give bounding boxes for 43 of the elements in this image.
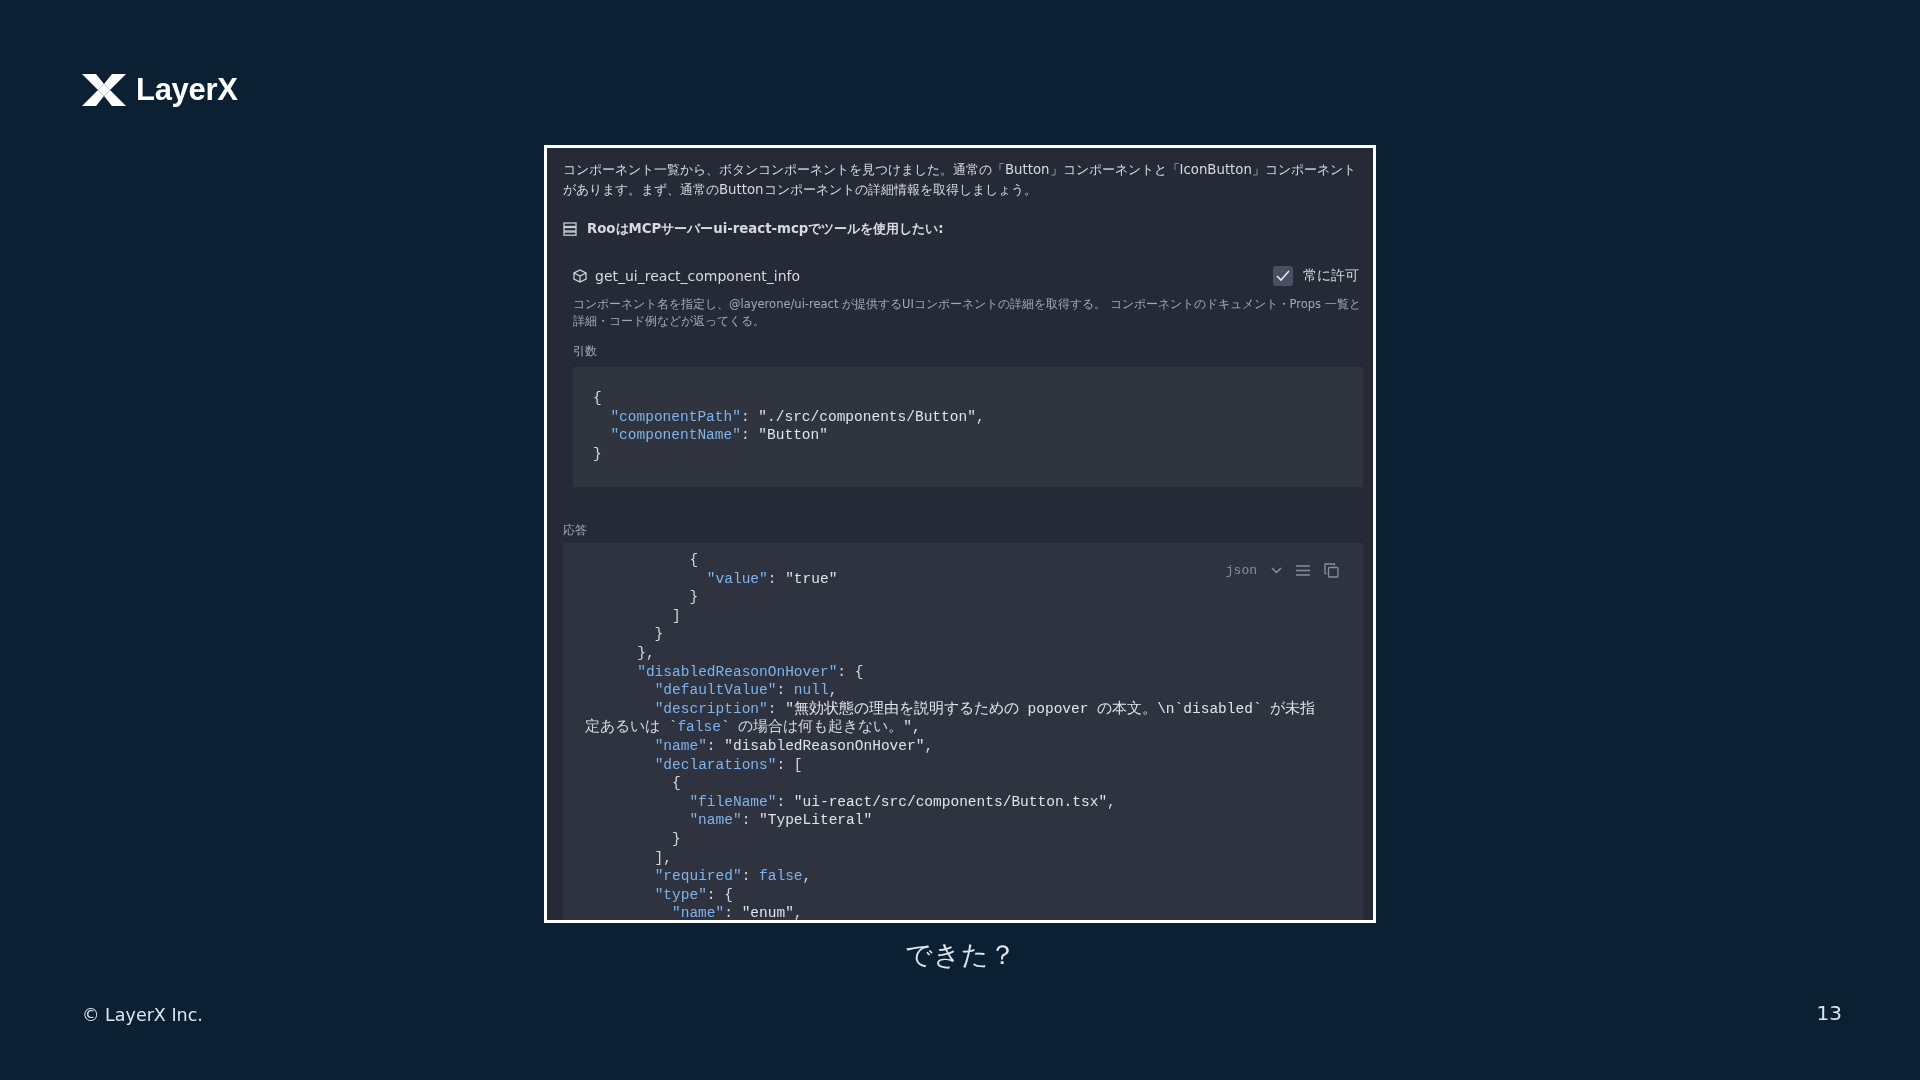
code-line: "defaultValue": null, xyxy=(653,681,838,700)
always-allow-checkbox[interactable]: 常に許可 xyxy=(1273,266,1359,286)
code-line: "declarations": [ xyxy=(653,755,803,775)
wrap-lines-icon[interactable] xyxy=(1296,565,1310,576)
code-line: } xyxy=(688,588,699,607)
code-line: { xyxy=(671,774,681,793)
chevron-down-icon[interactable] xyxy=(1271,567,1282,574)
code-line: "name": "disabledReasonOnHover", xyxy=(653,736,934,756)
code-line: "description": "無効状態の理由を説明するための popover の本文。\n`disabled` が未指 xyxy=(653,699,1316,719)
logo: LayerX xyxy=(82,70,1840,110)
code-line: } xyxy=(653,625,664,644)
code-line: "fileName": "ui-react/src/components/Button.tsx", xyxy=(688,792,1116,812)
check-icon xyxy=(1276,270,1290,282)
code-line: "type": { xyxy=(653,885,733,905)
message-text: コンポーネント一覧から、ボタンコンポーネントを見つけました。通常の「Button」コンポーネントと「IconButton」コンポーネントがあります。まず、通常のButtonコンポーネントの詳細情報を取得しましょう。 xyxy=(563,161,1357,199)
response-label: 応答 xyxy=(563,523,588,538)
code-line: { xyxy=(593,389,602,408)
server-icon xyxy=(563,222,577,236)
logo-icon xyxy=(82,72,126,108)
language-label: json xyxy=(1225,563,1257,578)
cube-icon xyxy=(573,269,587,283)
arguments-label: 引数 xyxy=(573,344,598,359)
tool-name: get_ui_react_component_info xyxy=(595,268,801,284)
code-line: "value": "true" xyxy=(705,569,838,589)
page-number: 13 xyxy=(1816,1001,1842,1025)
code-line: ] xyxy=(671,606,681,626)
code-line: "required": false, xyxy=(653,867,812,886)
tool-request-text: RooはMCPサーバーui-react-mcpでツールを使用したい: xyxy=(587,220,944,238)
code-line: "componentName": "Button" xyxy=(609,426,828,445)
code-line: ], xyxy=(653,848,672,868)
code-line: } xyxy=(593,444,602,463)
code-line: "name": "TypeLiteral" xyxy=(688,811,873,830)
code-line: { xyxy=(688,551,699,570)
code-line: }, xyxy=(636,643,655,663)
code-line: "disabledReasonOnHover": { xyxy=(636,662,864,682)
code-line: "componentPath": "./src/components/Button", xyxy=(609,407,985,426)
slide-caption: できた？ xyxy=(904,938,1016,972)
tool-description: コンポーネント名を指定し、@layerone/ui-react が提供するUIコンポーネントの詳細を取得する。 コンポーネントのドキュメント・Props 一覧と詳細・コード例などが返ってくる。 xyxy=(573,296,1362,330)
code-line: } xyxy=(671,829,681,849)
copy-icon[interactable] xyxy=(1324,563,1339,578)
copyright-text: © LayerX Inc. xyxy=(82,1005,203,1025)
code-line: "name": "enum", xyxy=(671,904,803,920)
code-line: 定あるいは `false` の場合は何も起きない。", xyxy=(585,718,921,737)
